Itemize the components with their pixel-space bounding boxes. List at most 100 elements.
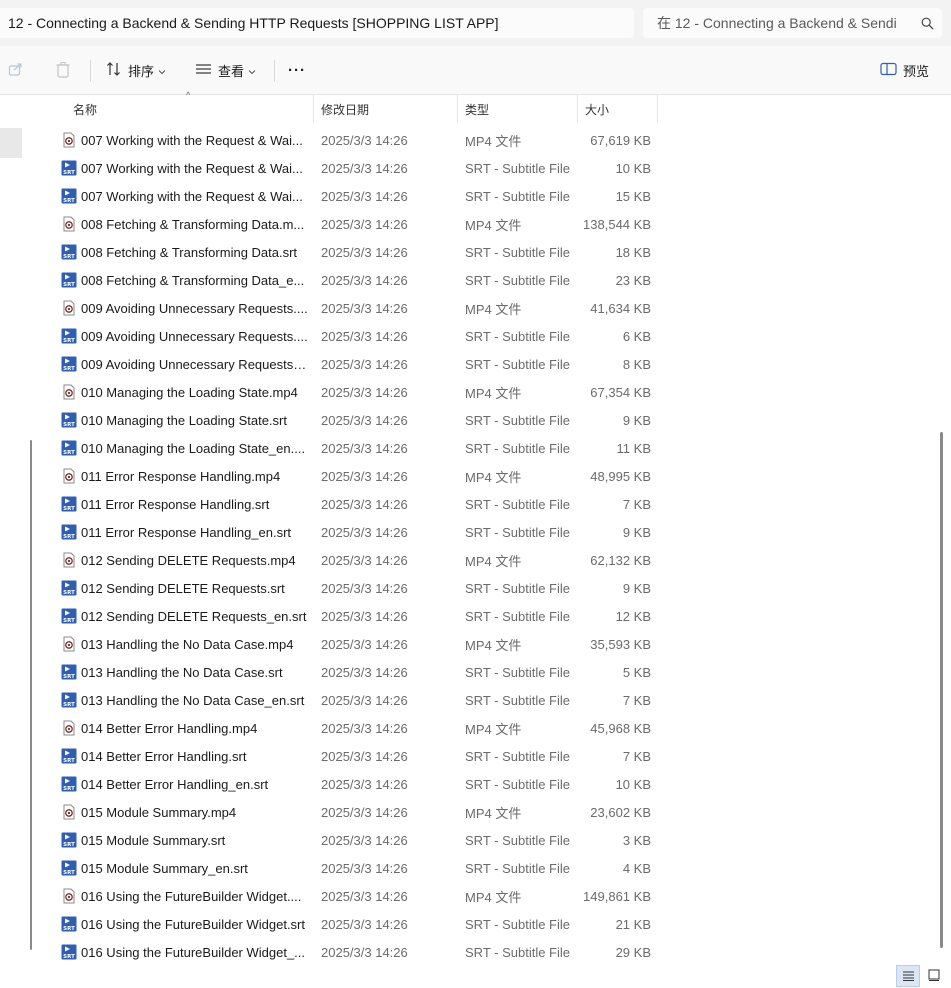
search-box[interactable]: 在 12 - Connecting a Backend & Sendi <box>643 8 942 38</box>
file-row[interactable]: 015 Module Summary.mp4 2025/3/3 14:26 MP4 … <box>0 798 940 826</box>
file-name: 015 Module Summary.srt <box>81 832 226 848</box>
column-divider[interactable] <box>457 95 458 123</box>
file-date: 2025/3/3 14:26 <box>321 384 408 400</box>
file-row[interactable]: SRT 012 Sending DELETE Requests.srt 2025/3… <box>0 574 940 602</box>
file-row[interactable]: SRT 013 Handling the No Data Case_en.srt 2… <box>0 686 940 714</box>
file-row[interactable]: SRT 007 Working with the Request & Wai...… <box>0 182 940 210</box>
column-type-label: 类型 <box>465 102 490 117</box>
file-row[interactable]: SRT 009 Avoiding Unnecessary Requests_...… <box>0 350 940 378</box>
address-bar[interactable]: 12 - Connecting a Backend & Sending HTTP… <box>0 8 634 38</box>
file-list-scrollbar[interactable] <box>940 432 943 948</box>
subtitle-file-icon: SRT <box>61 524 77 540</box>
details-view-button[interactable] <box>896 965 920 987</box>
file-row[interactable]: SRT 011 Error Response Handling_en.srt 202… <box>0 518 940 546</box>
subtitle-file-icon: SRT <box>61 748 77 764</box>
svg-text:SRT: SRT <box>63 534 75 540</box>
file-row[interactable]: SRT 010 Managing the Loading State.srt 202… <box>0 406 940 434</box>
video-file-icon <box>61 384 77 400</box>
file-row[interactable]: SRT 008 Fetching & Transforming Data_e...… <box>0 266 940 294</box>
file-row[interactable]: SRT 014 Better Error Handling.srt 2025/3/3… <box>0 742 940 770</box>
preview-pane-button[interactable]: 预览 <box>880 46 929 95</box>
file-name: 009 Avoiding Unnecessary Requests_... <box>81 356 309 372</box>
search-icon[interactable] <box>912 17 942 30</box>
subtitle-file-icon: SRT <box>61 160 77 176</box>
file-type: SRT - Subtitle File <box>465 524 571 540</box>
column-header-name[interactable]: 名称 <box>73 95 97 123</box>
file-row[interactable]: SRT 009 Avoiding Unnecessary Requests....… <box>0 322 940 350</box>
file-name: 014 Better Error Handling.mp4 <box>81 720 258 736</box>
sort-button[interactable]: 排序 <box>106 46 166 95</box>
file-row[interactable]: 009 Avoiding Unnecessary Requests.... 202… <box>0 294 940 322</box>
svg-text:SRT: SRT <box>63 702 75 708</box>
file-row[interactable]: 013 Handling the No Data Case.mp4 2025/3/… <box>0 630 940 658</box>
svg-text:SRT: SRT <box>63 198 75 204</box>
file-row[interactable]: SRT 016 Using the FutureBuilder Widget.sr… <box>0 910 940 938</box>
column-header-size[interactable]: 大小 <box>585 95 609 123</box>
view-label: 查看 <box>218 64 245 79</box>
file-row[interactable]: 011 Error Response Handling.mp4 2025/3/3 … <box>0 462 940 490</box>
large-icons-view-button[interactable] <box>922 965 946 987</box>
column-divider[interactable] <box>657 95 658 123</box>
column-divider[interactable] <box>577 95 578 123</box>
file-date: 2025/3/3 14:26 <box>321 888 408 904</box>
video-file-icon <box>61 468 77 484</box>
file-row[interactable]: SRT 007 Working with the Request & Wai...… <box>0 154 940 182</box>
file-type: MP4 文件 <box>465 889 522 905</box>
file-size: 41,634 KB <box>590 300 651 316</box>
column-header-type[interactable]: 类型 <box>465 95 489 123</box>
file-name: 011 Error Response Handling_en.srt <box>81 524 292 540</box>
more-options-button[interactable]: ··· <box>288 46 306 95</box>
file-size: 5 KB <box>622 664 651 680</box>
file-row[interactable]: SRT 012 Sending DELETE Requests_en.srt 202… <box>0 602 940 630</box>
file-row[interactable]: SRT 010 Managing the Loading State_en....… <box>0 434 940 462</box>
file-date: 2025/3/3 14:26 <box>321 552 408 568</box>
column-name-label: 名称 <box>73 102 98 117</box>
file-row[interactable]: 016 Using the FutureBuilder Widget.... 20… <box>0 882 940 910</box>
file-row[interactable]: 010 Managing the Loading State.mp4 2025/3… <box>0 378 940 406</box>
file-row[interactable]: SRT 016 Using the FutureBuilder Widget_..… <box>0 938 940 966</box>
sort-label: 排序 <box>128 64 155 79</box>
video-file-icon <box>61 216 77 232</box>
file-row[interactable]: SRT 014 Better Error Handling_en.srt 2025/… <box>0 770 940 798</box>
file-date: 2025/3/3 14:26 <box>321 832 408 848</box>
file-name: 007 Working with the Request & Wai... <box>81 160 303 176</box>
toolbar-divider <box>90 60 91 82</box>
svg-text:SRT: SRT <box>63 450 75 456</box>
file-date: 2025/3/3 14:26 <box>321 636 408 652</box>
file-size: 29 KB <box>615 944 651 960</box>
file-row[interactable]: 007 Working with the Request & Wai... 202… <box>0 126 940 154</box>
file-row[interactable]: SRT 015 Module Summary.srt 2025/3/3 14:26 S… <box>0 826 940 854</box>
subtitle-file-icon: SRT <box>61 244 77 260</box>
file-name: 008 Fetching & Transforming Data.m... <box>81 216 305 232</box>
file-date: 2025/3/3 14:26 <box>321 776 408 792</box>
view-button[interactable]: 查看 <box>195 46 256 95</box>
column-header-date[interactable]: 修改日期 <box>321 95 369 123</box>
file-date: 2025/3/3 14:26 <box>321 244 408 260</box>
search-input[interactable]: 在 12 - Connecting a Backend & Sendi <box>657 13 912 33</box>
file-type: MP4 文件 <box>465 133 522 149</box>
delete-button[interactable] <box>55 46 71 95</box>
file-row[interactable]: SRT 011 Error Response Handling.srt 2025/3… <box>0 490 940 518</box>
file-type: MP4 文件 <box>465 469 522 485</box>
file-date: 2025/3/3 14:26 <box>321 216 408 232</box>
file-row[interactable]: 014 Better Error Handling.mp4 2025/3/3 14… <box>0 714 940 742</box>
svg-text:SRT: SRT <box>63 954 75 960</box>
file-size: 7 KB <box>622 496 651 512</box>
file-type: SRT - Subtitle File <box>465 328 571 344</box>
file-size: 35,593 KB <box>590 636 651 652</box>
share-button[interactable] <box>8 46 24 95</box>
file-row[interactable]: SRT 015 Module Summary_en.srt 2025/3/3 14:… <box>0 854 940 882</box>
file-size: 67,354 KB <box>590 384 651 400</box>
file-size: 48,995 KB <box>590 468 651 484</box>
file-size: 138,544 KB <box>583 216 651 232</box>
file-row[interactable]: 008 Fetching & Transforming Data.m... 202… <box>0 210 940 238</box>
file-row[interactable]: SRT 013 Handling the No Data Case.srt 2025… <box>0 658 940 686</box>
file-name: 009 Avoiding Unnecessary Requests.... <box>81 300 308 316</box>
video-file-icon <box>61 804 77 820</box>
file-row[interactable]: 012 Sending DELETE Requests.mp4 2025/3/3 … <box>0 546 940 574</box>
column-divider[interactable] <box>313 95 314 123</box>
file-size: 23 KB <box>615 272 651 288</box>
subtitle-file-icon: SRT <box>61 188 77 204</box>
file-row[interactable]: SRT 008 Fetching & Transforming Data.srt 2… <box>0 238 940 266</box>
file-date: 2025/3/3 14:26 <box>321 272 408 288</box>
